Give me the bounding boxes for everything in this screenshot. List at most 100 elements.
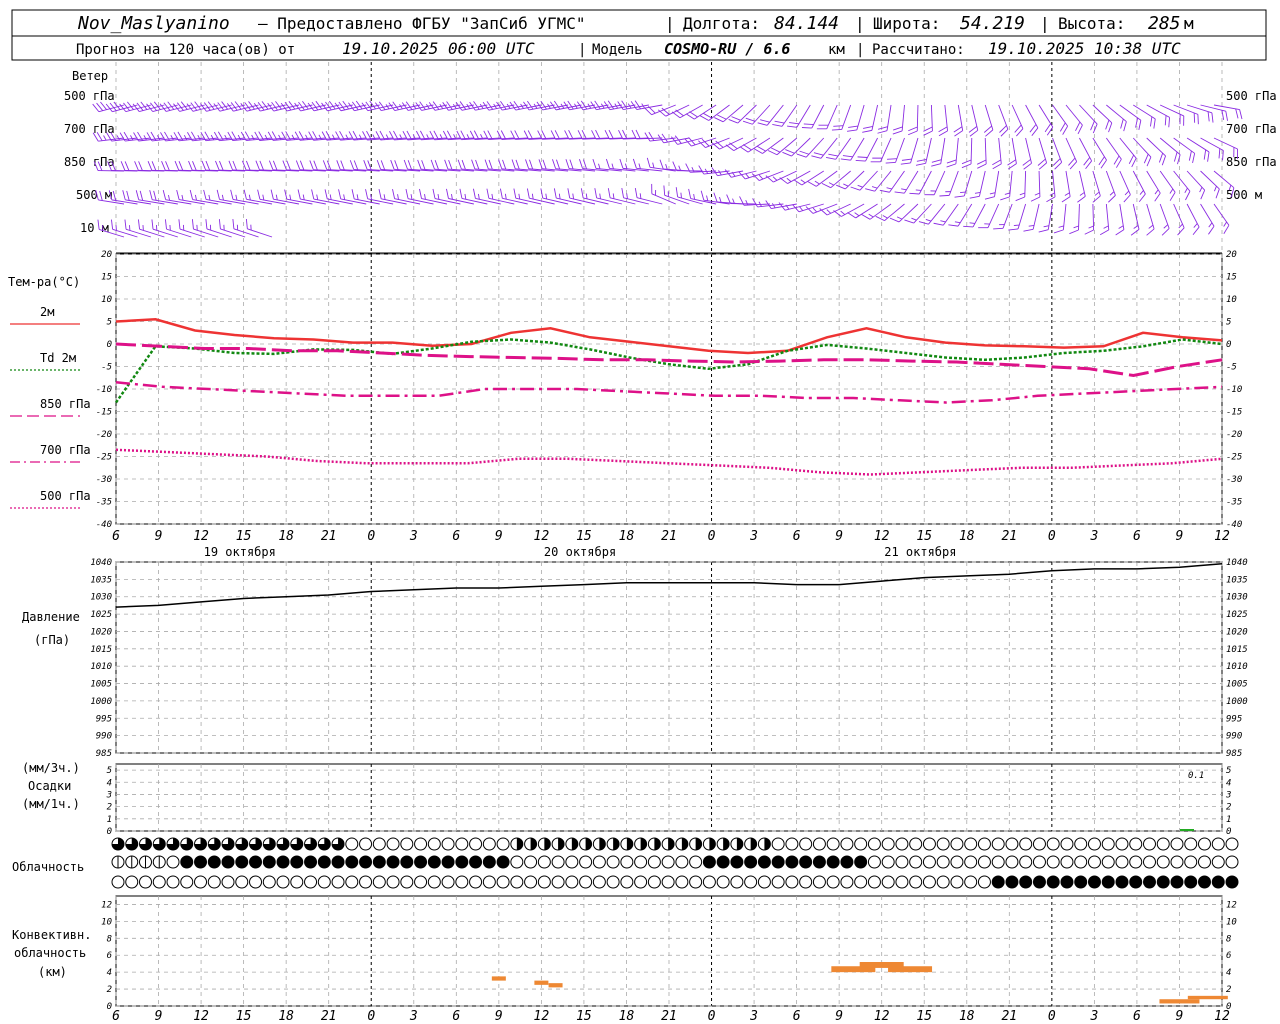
wind-barb [1084, 203, 1095, 235]
wind-barb-feather [513, 188, 517, 199]
x-tick-label: 15 [916, 529, 932, 544]
wind-barb-half-feather [989, 192, 996, 195]
wind-barb-feather [1000, 196, 1010, 201]
cloud-half [750, 838, 757, 850]
wind-barb-half-feather [194, 194, 197, 201]
wind-barb-feather [1099, 229, 1109, 236]
pressure-title: Давление [22, 610, 80, 624]
wind-barb [1200, 137, 1224, 161]
cloud-symbol [359, 837, 373, 851]
wind-barb-feather [219, 160, 224, 171]
wind-barb-feather [1115, 229, 1125, 236]
pressure-tick-left: 990 [96, 732, 112, 742]
wind-barb-half-feather [1088, 225, 1094, 229]
wind-barb-feather [870, 161, 881, 163]
cloud-symbol [537, 855, 551, 869]
x-tick-label: 12 [874, 529, 890, 544]
wind-barb-feather [992, 163, 1002, 170]
wind-barb-feather [1130, 228, 1140, 236]
forecast-label: Прогноз на 120 часа(ов) от [76, 42, 295, 58]
wind-barb-feather [963, 225, 974, 228]
temp-tick-left: -15 [96, 408, 112, 418]
cloud-symbol [620, 875, 634, 889]
wind-barb [137, 219, 165, 238]
wind-barb-feather [124, 161, 130, 171]
wind-barb-feather [286, 160, 291, 171]
wind-level-500m: 500 м [76, 188, 112, 202]
wind-barb-feather [351, 189, 355, 199]
cloud-symbol [1129, 855, 1143, 869]
cloud-symbol [716, 875, 730, 889]
conv-tick-left: 12 [101, 900, 112, 910]
wind-barb [778, 202, 811, 211]
wind-barb-feather [644, 132, 651, 142]
cloud-symbol [854, 875, 868, 889]
x-tick-label: 9 [835, 1009, 843, 1024]
wind-barb-half-feather [197, 134, 201, 141]
cloud-symbol [400, 875, 414, 889]
temp-legend-label: Td 2м [40, 351, 76, 365]
cloud-symbol [964, 837, 978, 851]
pressure-tick-right: 985 [1226, 749, 1242, 759]
wind-barb [657, 133, 690, 144]
wind-barb-feather [552, 159, 557, 169]
wind-barb-feather [201, 160, 207, 171]
wind-barb-half-feather [1163, 224, 1169, 229]
wind-barb-feather [1154, 192, 1161, 202]
x-tick-label: 12 [193, 529, 209, 544]
cloud-symbol [620, 855, 634, 869]
cloud-symbol [799, 875, 813, 889]
wind-barb-half-feather [237, 134, 242, 141]
wind-barb-half-feather [302, 194, 305, 200]
x-tick-label: 21 [661, 529, 677, 544]
pressure-tick-left: 1020 [90, 627, 112, 637]
cloud-symbol [909, 855, 923, 869]
wind-barb-half-feather [278, 134, 282, 140]
wind-barb-half-feather [772, 176, 778, 181]
wind-barb [672, 161, 703, 172]
wind-barb [969, 170, 986, 199]
x-tick-label: 6 [793, 1009, 801, 1024]
cloud-symbol [895, 855, 909, 869]
wind-barb-feather [1092, 195, 1101, 203]
wind-barb-feather [714, 117, 724, 123]
cloud-symbol [496, 875, 510, 889]
wind-barb-feather [923, 126, 933, 132]
wind-barb-feather [1054, 162, 1062, 170]
wind-barb [1038, 203, 1053, 233]
cloud-half [544, 838, 551, 850]
wind-barb-feather [165, 161, 170, 171]
wind-barb-feather [632, 158, 637, 169]
cloud-symbol [771, 855, 785, 869]
temp-tick-right: -20 [1226, 430, 1242, 440]
wind-barb [877, 104, 892, 134]
wind-barb [984, 170, 1000, 200]
wind-barb [1159, 203, 1170, 236]
cloud-symbol [675, 875, 689, 889]
cloud-symbol [1184, 837, 1198, 851]
wind-barb [1146, 104, 1171, 128]
cloud-symbol [331, 875, 345, 889]
pressure-tick-right: 1015 [1226, 645, 1248, 655]
wind-barb [363, 160, 394, 172]
temp-tick-left: 5 [107, 318, 112, 328]
cloud-symbol [661, 855, 675, 869]
wind-barb [909, 170, 932, 195]
wind-barb [282, 160, 313, 172]
temp-tick-right: 10 [1226, 295, 1237, 305]
wind-barb-feather [831, 128, 842, 131]
cloud-symbol [331, 855, 345, 869]
wind-barb [892, 104, 905, 135]
precip-panel: (мм/3ч.) Осадки (мм/1ч.) 0.1 [22, 761, 1204, 831]
cloud-symbol [359, 875, 373, 889]
cloud-symbol [812, 855, 826, 869]
pressure-tick-right: 995 [1226, 714, 1242, 724]
cloud-symbol [1170, 837, 1184, 851]
precip-tick-left: 1 [107, 815, 112, 825]
wind-barb-half-feather [316, 194, 319, 200]
precip-tick-right: 2 [1226, 803, 1231, 813]
wind-barb [1099, 203, 1110, 236]
cloud-symbol [1197, 875, 1211, 889]
wind-barb-feather [203, 189, 207, 200]
station-name: Nov_Maslyanino [77, 13, 230, 34]
